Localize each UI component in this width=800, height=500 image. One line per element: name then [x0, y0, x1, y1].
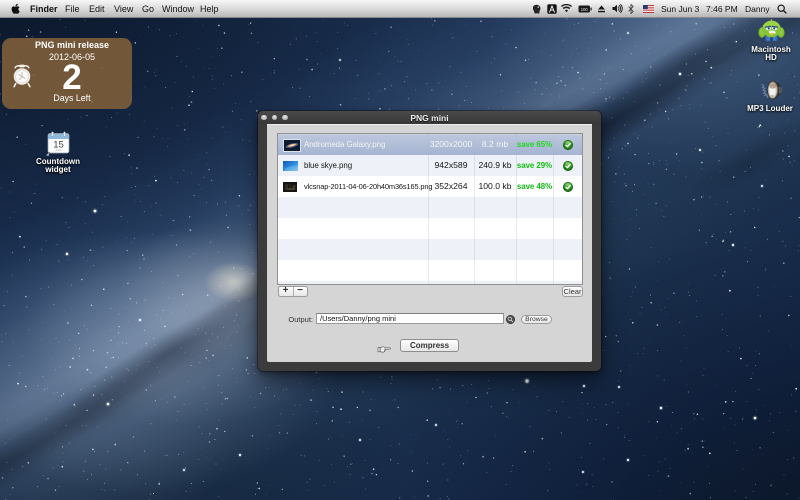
svg-text:100: 100: [581, 7, 589, 12]
svg-text:June: June: [56, 148, 62, 152]
